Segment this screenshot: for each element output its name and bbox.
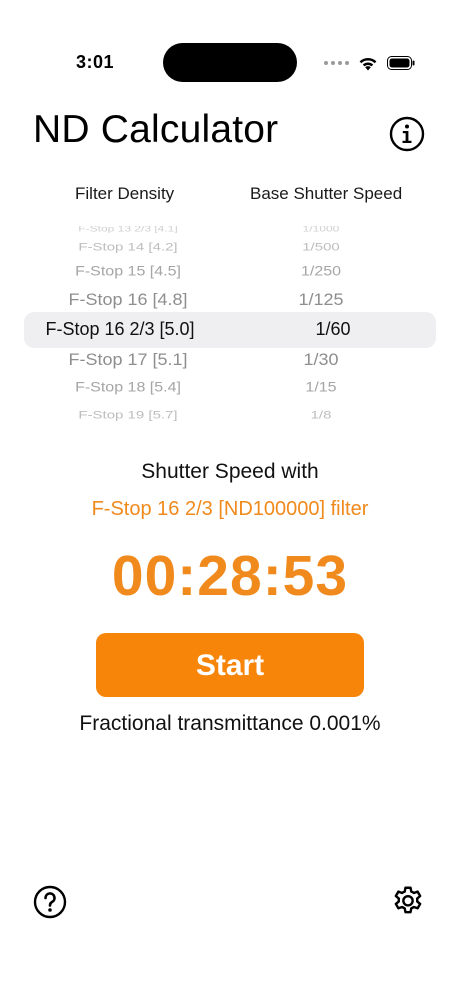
settings-button[interactable] — [390, 884, 426, 920]
base-shutter-speed-header: Base Shutter Speed — [250, 184, 403, 203]
gear-icon — [394, 886, 422, 914]
picker-density-label: F-Stop 19 [5.7] — [78, 408, 178, 422]
picker-density-label: F-Stop 16 [4.8] — [68, 290, 188, 309]
status-icons — [324, 54, 415, 72]
selected-filter-label: F-Stop 16 2/3 [ND100000] filter — [91, 498, 369, 520]
picker-density-label: F-Stop 15 [4.5] — [75, 264, 181, 280]
density-speed-picker[interactable]: F-Stop 13 2/3 [4.1] 1/1000 F-Stop 14 [4.2]… — [0, 226, 460, 426]
battery-icon — [387, 56, 415, 70]
picker-density-label: F-Stop 17 [5.1] — [68, 350, 188, 369]
info-button[interactable] — [389, 116, 425, 152]
picker-row[interactable]: F-Stop 16 [4.8] 1/125 — [0, 290, 460, 318]
question-circle-icon — [33, 885, 67, 919]
result-subtitle: Shutter Speed with — [141, 460, 319, 483]
picker-speed-label: 1/60 — [315, 319, 351, 340]
picker-speed-label: 1/250 — [300, 264, 342, 280]
wifi-icon — [359, 57, 377, 70]
picker-speed-label: 1/30 — [303, 350, 339, 369]
dynamic-island — [163, 43, 297, 82]
picker-density-label: F-Stop 13 2/3 [4.1] — [78, 226, 178, 234]
picker-density-label: F-Stop 18 [5.4] — [75, 380, 181, 396]
picker-speed-label: 1/1000 — [302, 226, 340, 234]
picker-density-label: F-Stop 16 2/3 [5.0] — [45, 319, 195, 340]
picker-speed-label: 1/15 — [305, 380, 337, 396]
filter-density-header: Filter Density — [75, 184, 175, 203]
picker-row[interactable]: F-Stop 15 [4.5] 1/250 — [0, 265, 460, 290]
picker-speed-label: 1/500 — [302, 240, 340, 254]
start-button[interactable]: Start — [96, 633, 364, 697]
picker-speed-label: 1/8 — [310, 408, 332, 422]
picker-speed-label: 1/125 — [298, 290, 344, 309]
info-circle-icon — [389, 116, 425, 152]
picker-row-selected[interactable]: F-Stop 16 2/3 [5.0] 1/60 — [0, 319, 460, 349]
page-title: ND Calculator — [33, 108, 279, 151]
status-bar: 3:01 — [0, 0, 460, 100]
picker-row[interactable]: F-Stop 19 [5.7] 1/8 — [0, 409, 460, 426]
picker-row[interactable]: F-Stop 17 [5.1] 1/30 — [0, 350, 460, 378]
signal-dots-icon — [324, 61, 349, 65]
status-time: 3:01 — [76, 52, 115, 72]
countdown-timer: 00:28:53 — [111, 544, 349, 608]
picker-row[interactable]: F-Stop 18 [5.4] 1/15 — [0, 381, 460, 406]
picker-density-label: F-Stop 14 [4.2] — [78, 240, 178, 254]
picker-row[interactable]: F-Stop 14 [4.2] 1/500 — [0, 241, 460, 264]
transmittance-label: Fractional transmittance 0.001% — [79, 712, 381, 735]
help-button[interactable] — [33, 885, 67, 919]
